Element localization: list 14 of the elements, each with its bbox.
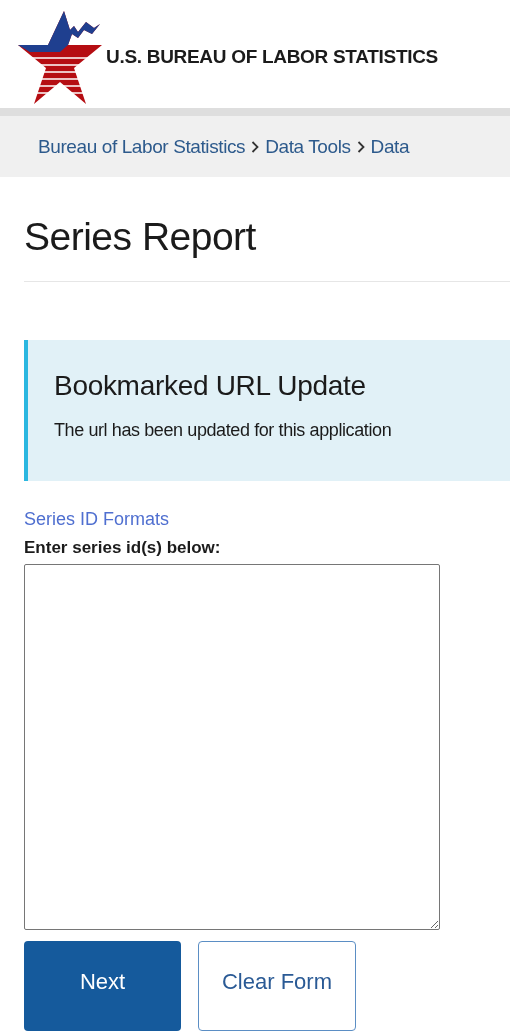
page-title: Series Report: [23, 214, 257, 260]
next-button[interactable]: Next: [24, 941, 181, 1031]
breadcrumb-link[interactable]: Data Tools: [265, 135, 351, 158]
field-label: Enter series id(s) below:: [24, 538, 222, 558]
alert-title: Bookmarked URL Update: [54, 370, 367, 402]
series-id-field[interactable]: [24, 564, 440, 930]
help-link[interactable]: Series ID Formats: [24, 509, 170, 530]
clear-button[interactable]: Clear Form: [198, 941, 356, 1031]
chevron-icon: [251, 140, 260, 153]
breadcrumb-link[interactable]: Bureau of Labor Statistics: [38, 135, 246, 158]
agency-name: U.S. BUREAU OF LABOR STATISTICS: [106, 46, 438, 68]
alert-message: The url has been updated for this application: [54, 420, 393, 441]
chevron-icon: [356, 140, 365, 153]
breadcrumb-link[interactable]: Data: [370, 135, 410, 158]
